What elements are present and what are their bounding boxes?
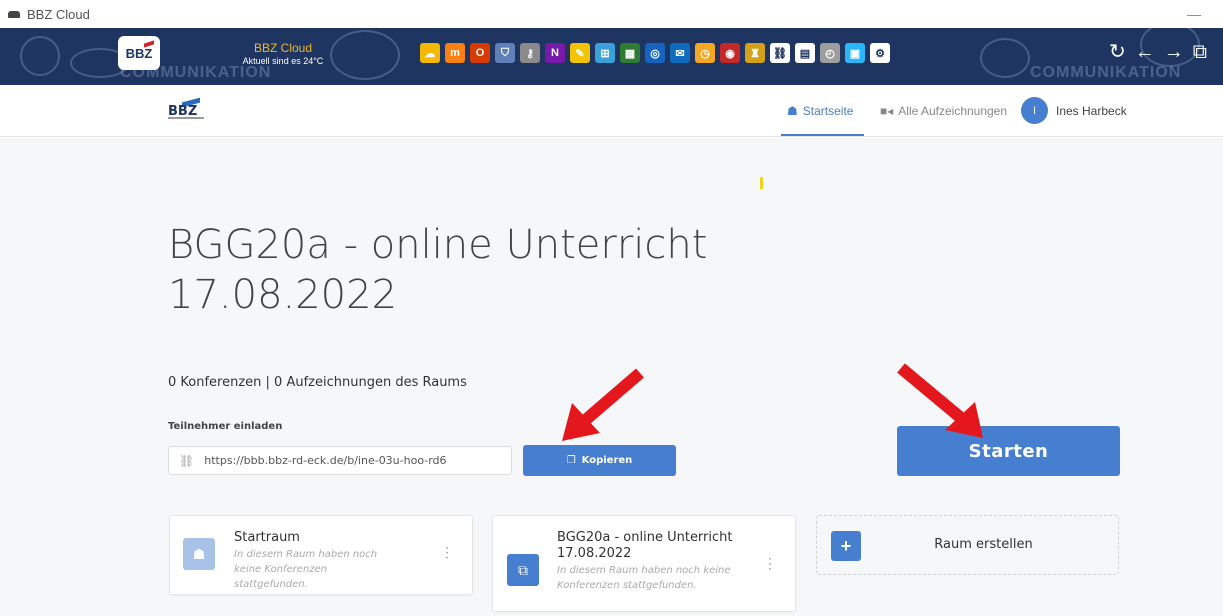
copy-button-label: Kopieren [581,455,633,466]
book-icon[interactable]: ▤ [795,43,815,63]
window-titlebar: BBZ Cloud — [0,0,1223,28]
back-icon[interactable]: ← [1135,42,1155,62]
coat-of-arms-icon[interactable]: ♜ [745,43,765,63]
office-icon[interactable]: O [470,43,490,63]
bbz-logo[interactable]: BBZ [118,36,160,70]
site-logo-subline [168,117,204,119]
compass-icon[interactable]: ◴ [820,43,840,63]
video-camera-icon: ■◂ [880,104,894,118]
reload-icon[interactable]: ↻ [1109,42,1126,62]
target-icon[interactable]: ◎ [645,43,665,63]
active-nav-indicator [781,134,864,136]
browser-nav: ↻ ← → ⧉ [1109,42,1207,62]
doodle-decoration [980,38,1030,78]
nav-recordings[interactable]: ■◂ Alle Aufzeichnungen [880,104,1007,118]
window-title: BBZ Cloud [27,6,90,22]
nav-recordings-label: Alle Aufzeichnungen [898,104,1008,118]
clipboard-icon: ❐ [566,455,576,466]
doodle-decoration [20,36,60,76]
site-logo[interactable]: BBZ [168,97,206,124]
clock-icon[interactable]: ◷ [695,43,715,63]
brand-name: BBZ Cloud [253,41,313,55]
moodle-icon[interactable]: m [445,43,465,63]
room-card-startraum[interactable]: ☗ Startraum In diesem Raum haben noch ke… [169,515,473,595]
shield-icon[interactable]: ⛉ [495,43,515,63]
board-icon[interactable]: ▦ [620,43,640,63]
settings-icon[interactable]: ⚙ [870,43,890,63]
home-icon: ☗ [183,538,215,570]
cloud-icon[interactable]: ☁ [420,43,440,63]
key-icon[interactable]: ⚷ [520,43,540,63]
forward-icon[interactable]: → [1164,42,1184,62]
user-avatar[interactable]: I [1021,97,1048,124]
link-icon[interactable]: ⛓ [770,43,790,63]
annotation-arrow-copy [562,368,644,441]
screen-icon[interactable]: ▣ [845,43,865,63]
invite-url-text: https://bbb.bbz-rd-eck.de/b/ine-03u-hoo-… [204,454,447,467]
room-stats: 0 Konferenzen | 0 Aufzeichnungen des Rau… [168,375,467,390]
create-room-card[interactable]: + Raum erstellen [816,515,1119,575]
room-card-subtitle: In diesem Raum haben noch keine Konferen… [557,565,731,591]
doodle-decoration [330,30,400,80]
banner-watermark: COMMUNIKATION [1030,64,1182,81]
minimize-button[interactable]: — [1187,6,1201,22]
app-launcher-bar: ☁ m O ⛉ ⚷ N ✎ ⊞ ▦ ◎ ✉ ◷ ◉ ♜ ⛓ ▤ ◴ ▣ ⚙ [420,43,890,63]
sitemap-icon[interactable]: ⊞ [595,43,615,63]
annotation-arrow-start [897,363,983,438]
room-card-title: BGG20a - online Unterricht 17.08.2022 [557,530,733,561]
nav-startseite-label: Startseite [802,104,854,118]
user-name[interactable]: Ines Harbeck [1056,104,1127,118]
more-options-icon[interactable]: ⋮ [440,545,454,559]
app-banner: COMMUNIKATION COMMUNIKATION BBZ BBZ Clou… [0,28,1223,85]
copy-button[interactable]: ❐ Kopieren [523,445,676,476]
bbz-logo-text: BBZ [125,45,153,61]
create-room-label: Raum erstellen [934,537,1033,552]
room-title: BGG20a - online Unterricht 17.08.2022 [168,222,708,318]
room-card-title: Startraum [234,530,300,545]
copy-window-icon[interactable]: ⧉ [1193,42,1207,62]
room-card-subtitle: In diesem Raum haben noch keine Konferen… [234,549,378,590]
home-icon: ☗ [787,104,798,118]
webuntis-icon[interactable]: ◉ [720,43,740,63]
invite-url-field[interactable]: ⛓ https://bbb.bbz-rd-eck.de/b/ine-03u-ho… [168,446,512,475]
loading-indicator [760,177,763,189]
weather-text: Aktuell sind es 24°C [242,56,324,66]
nav-startseite[interactable]: ☗ Startseite [787,104,853,118]
invite-label: Teilnehmer einladen [168,421,283,432]
onenote-icon[interactable]: N [545,43,565,63]
brand-block: BBZ Cloud Aktuell sind es 24°C [228,41,338,66]
link-icon: ⛓ [179,453,195,468]
app-window-icon [8,9,22,19]
more-options-icon[interactable]: ⋮ [763,556,777,570]
room-card-bgg20a[interactable]: ⧉ BGG20a - online Unterricht 17.08.2022 … [492,515,796,612]
notes-icon[interactable]: ✎ [570,43,590,63]
outlook-icon[interactable]: ✉ [670,43,690,63]
presentation-icon: ⧉ [507,554,539,586]
